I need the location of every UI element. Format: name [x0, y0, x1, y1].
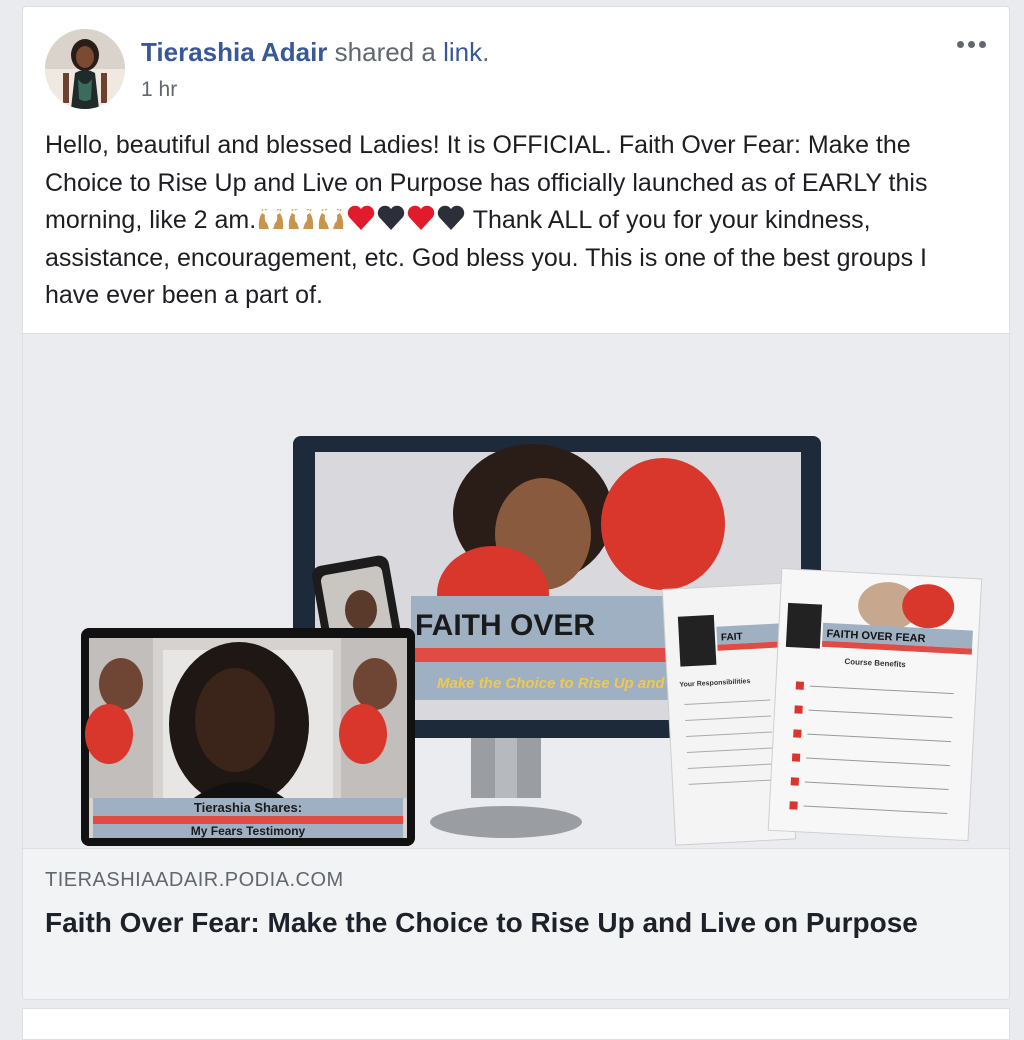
action-text: shared a: [327, 37, 444, 67]
laptop-mockup: Tierashia Shares: My Fears Testimony: [81, 628, 415, 846]
author-avatar[interactable]: [45, 29, 125, 109]
raising-hands-icon: [289, 209, 314, 229]
shared-link[interactable]: link: [443, 37, 482, 67]
post-header: Tierashia Adair shared a link. 1 hr: [23, 7, 1009, 117]
laptop-caption-1: Tierashia Shares:: [194, 800, 302, 815]
black-heart-icon: [377, 205, 405, 230]
link-preview-meta[interactable]: TIERASHIAADAIR.PODIA.COM Faith Over Fear…: [23, 848, 1009, 999]
red-heart-icon: [407, 205, 435, 230]
link-title[interactable]: Faith Over Fear: Make the Choice to Rise…: [45, 903, 945, 943]
raising-hands-icon: [259, 209, 284, 229]
author-name[interactable]: Tierashia Adair: [141, 37, 327, 67]
sheet-small-banner: FAIT: [721, 631, 743, 643]
emoji-row: [256, 205, 466, 234]
link-domain: TIERASHIAADAIR.PODIA.COM: [45, 869, 344, 891]
laptop-caption-2: My Fears Testimony: [191, 824, 306, 838]
link-preview-image[interactable]: FAITH OVER Make the Choice to Rise Up an…: [23, 334, 1009, 848]
action-end: .: [482, 37, 490, 67]
red-heart-icon: [347, 205, 375, 230]
link-preview[interactable]: FAITH OVER Make the Choice to Rise Up an…: [23, 333, 1009, 999]
more-options-icon[interactable]: [951, 29, 991, 59]
post-timestamp[interactable]: 1 hr: [141, 78, 177, 102]
worksheet-front: FAITH OVER FEAR Course Benefits: [767, 568, 983, 842]
post-card: Tierashia Adair shared a link. 1 hr Hell…: [22, 6, 1010, 1000]
raising-hands-icon: [319, 209, 344, 229]
monitor-banner-text: FAITH OVER: [415, 609, 595, 642]
black-heart-icon: [437, 205, 465, 230]
post-attribution: Tierashia Adair shared a link.: [141, 37, 489, 68]
monitor-subtitle-text: Make the Choice to Rise Up and L: [437, 675, 678, 692]
post-body: Hello, beautiful and blessed Ladies! It …: [45, 127, 985, 315]
next-post-card: [22, 1008, 1010, 1040]
